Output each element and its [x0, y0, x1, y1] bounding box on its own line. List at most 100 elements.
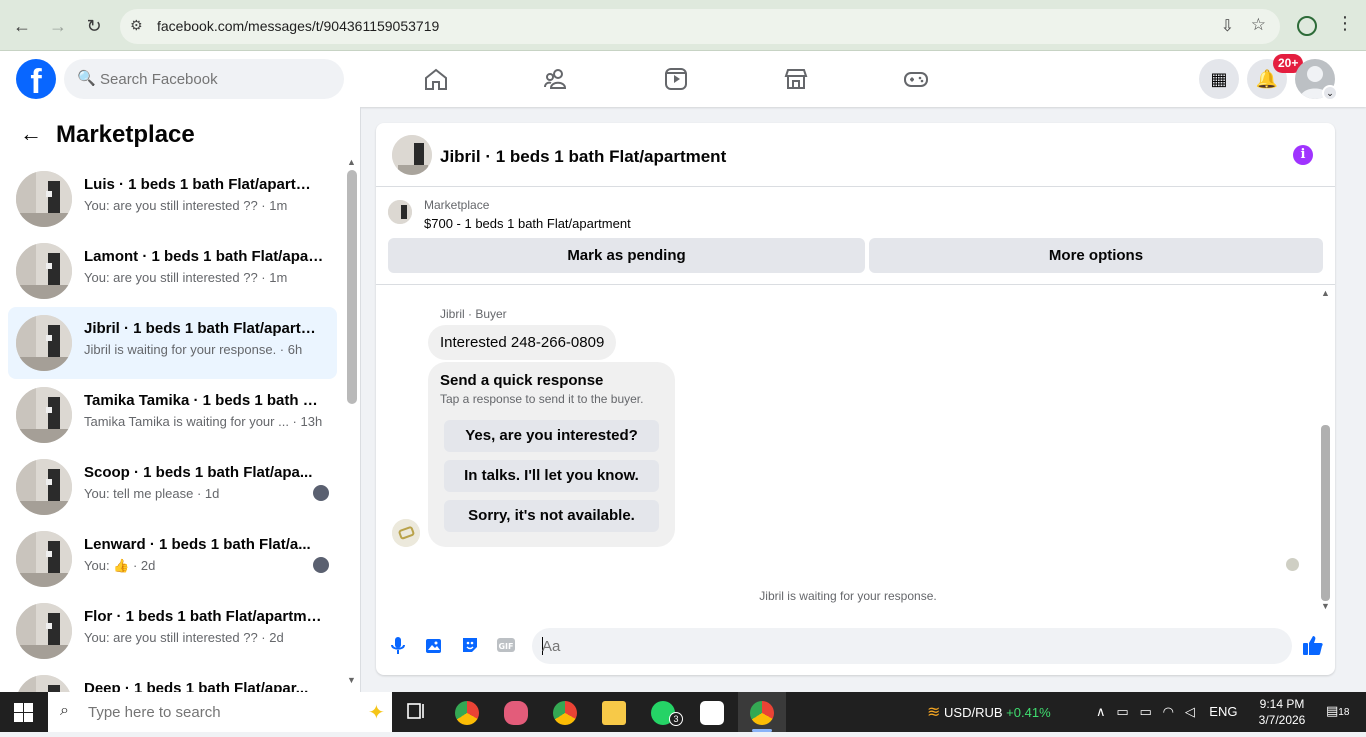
photo-icon[interactable] [424, 635, 444, 655]
chat-avatar[interactable] [392, 135, 432, 175]
conversation-avatar [16, 387, 72, 443]
conversation-item[interactable]: Flor · 1 beds 1 bath Flat/apartment You: … [8, 595, 337, 667]
thumbs-up-icon[interactable] [1302, 634, 1324, 656]
conversation-avatar [16, 171, 72, 227]
chat-scrollbar[interactable] [1321, 425, 1330, 601]
message-bubble[interactable]: Interested 248-266-0809 [428, 325, 617, 360]
task-view-icon[interactable] [392, 692, 440, 732]
listing-thumbnail[interactable] [388, 200, 412, 224]
back-arrow-icon[interactable]: ← [20, 121, 42, 147]
message-composer: GIF ☺ [376, 613, 1335, 675]
marketplace-icon[interactable] [783, 67, 809, 91]
bookmark-star-icon[interactable]: ☆ [1251, 15, 1266, 35]
conversation-item[interactable]: Lamont · 1 beds 1 bath Flat/apar... You: … [8, 235, 337, 307]
paint-app-icon[interactable] [492, 692, 540, 732]
message-input[interactable] [542, 628, 1242, 664]
taskbar-search-input[interactable] [88, 692, 308, 732]
waiting-status: Jibril is waiting for your response. [759, 589, 937, 603]
video-icon[interactable] [663, 67, 689, 91]
conversation-avatar [16, 531, 72, 587]
forward-arrow-icon[interactable]: → [46, 14, 70, 38]
volume-icon[interactable]: ◁ [1185, 704, 1195, 719]
listing-category: Marketplace [424, 198, 490, 212]
tray-chevron-up-icon[interactable]: ∧ [1096, 704, 1106, 719]
back-arrow-icon[interactable]: ← [10, 14, 34, 38]
chat-title[interactable]: Jibril · 1 beds 1 bath Flat/apartment [440, 147, 726, 167]
sidebar-scrollbar[interactable] [347, 170, 357, 404]
stock-ticker-widget[interactable]: ≋ USD/RUB +0.41% [927, 702, 1051, 722]
wifi-icon[interactable]: ◠ [1163, 704, 1174, 719]
conversation-snippet: Jibril is waiting for your response. · 6… [84, 342, 303, 357]
chrome-profile-h-icon[interactable] [541, 692, 589, 732]
taskbar-search[interactable]: ⌕ ✦ [48, 692, 392, 732]
seen-receipt-avatar [313, 485, 329, 501]
windows-start-icon[interactable] [14, 703, 33, 722]
account-chevron-down-icon[interactable]: ⌄ [1322, 85, 1338, 101]
seen-receipt-avatar [1286, 558, 1299, 571]
mark-as-pending-button[interactable]: Mark as pending [388, 238, 865, 273]
facebook-logo-icon[interactable]: f [16, 59, 56, 99]
conversation-name: Jibril · 1 beds 1 bath Flat/apartm... [84, 320, 324, 337]
conversation-snippet: You: are you still interested ?? · 1m [84, 270, 288, 285]
facebook-search[interactable]: 🔍 [64, 59, 344, 99]
message-thread: Jibril · Buyer Interested 248-266-0809 S… [376, 285, 1335, 613]
message-input-box[interactable]: ☺ [532, 628, 1292, 664]
notification-center-icon[interactable]: ▤18 [1326, 703, 1349, 719]
gaming-icon[interactable] [903, 67, 929, 91]
chrome-profile-a-icon[interactable] [443, 692, 491, 732]
microphone-icon[interactable] [388, 635, 408, 655]
marketplace-sidebar: ← Marketplace Luis · 1 beds 1 bath Flat/… [0, 107, 361, 692]
site-info-icon[interactable]: ⚙ [130, 17, 143, 34]
quick-reply-yes-button[interactable]: Yes, are you interested? [444, 420, 659, 452]
ticker-change: +0.41% [1006, 705, 1051, 720]
conversation-item[interactable]: Jibril · 1 beds 1 bath Flat/apartm... Jib… [8, 307, 337, 379]
conversation-item[interactable]: Scoop · 1 beds 1 bath Flat/apa... You: te… [8, 451, 337, 523]
conversation-item[interactable]: Luis · 1 beds 1 bath Flat/apartment You: … [8, 163, 337, 235]
file-explorer-icon[interactable] [590, 692, 638, 732]
conversation-name: Lamont · 1 beds 1 bath Flat/apar... [84, 248, 324, 265]
listing-banner: Marketplace $700 - 1 beds 1 bath Flat/ap… [376, 187, 1335, 285]
browser-menu-icon[interactable]: ⋮ [1336, 13, 1354, 34]
chrome-active-icon[interactable] [738, 692, 786, 732]
menu-grid-icon[interactable]: ▦ [1199, 59, 1239, 99]
gif-icon[interactable]: GIF [496, 635, 516, 655]
sticker-icon[interactable] [460, 635, 480, 655]
system-tray: ∧ ▭ ▭ ◠ ◁ ENG [1096, 704, 1237, 720]
conversation-item[interactable]: Lenward · 1 beds 1 bath Flat/a... You: 👍 … [8, 523, 337, 595]
sender-label: Jibril · Buyer [440, 307, 507, 321]
info-icon[interactable]: i [1293, 145, 1313, 165]
sidebar-title: Marketplace [56, 121, 195, 148]
quick-response-card: Send a quick response Tap a response to … [428, 362, 675, 547]
scroll-down-arrow[interactable]: ▼ [347, 675, 356, 685]
svg-text:GIF: GIF [498, 642, 513, 651]
friends-icon[interactable] [543, 67, 569, 91]
language-indicator[interactable]: ENG [1209, 704, 1237, 719]
conversation-name: Deep · 1 beds 1 bath Flat/apar... [84, 680, 309, 692]
sender-avatar[interactable] [392, 519, 420, 547]
reload-icon[interactable]: ↻ [82, 14, 106, 38]
browser-profile-icon[interactable] [1297, 16, 1317, 36]
scroll-up-arrow[interactable]: ▲ [347, 157, 356, 167]
quick-reply-in-talks-button[interactable]: In talks. I'll let you know. [444, 460, 659, 492]
conversation-name: Scoop · 1 beds 1 bath Flat/apa... [84, 464, 313, 481]
facebook-search-input[interactable] [100, 59, 330, 99]
taskbar-clock[interactable]: 9:14 PM 3/7/2026 [1256, 696, 1308, 728]
conversation-item[interactable]: Deep · 1 beds 1 bath Flat/apar... [8, 667, 337, 692]
meet-icon[interactable]: ▭ [1116, 704, 1128, 719]
scroll-up-arrow[interactable]: ▲ [1321, 288, 1330, 298]
conversation-item[interactable]: Tamika Tamika · 1 beds 1 bath Fl... Tamik… [8, 379, 337, 451]
ticker-label: USD/RUB [944, 705, 1003, 720]
more-options-button[interactable]: More options [869, 238, 1323, 273]
conversation-snippet: You: are you still interested ?? · 2d [84, 630, 284, 645]
address-bar[interactable]: ⚙ facebook.com/messages/t/90436115905371… [120, 9, 1280, 44]
sparkle-icon[interactable]: ✦ [368, 700, 385, 725]
listing-title[interactable]: $700 - 1 beds 1 bath Flat/apartment [424, 216, 631, 231]
install-app-icon[interactable]: ⇩ [1221, 16, 1234, 36]
home-icon[interactable] [423, 67, 449, 91]
whatsapp-icon[interactable]: 3 [639, 692, 687, 732]
scroll-down-arrow[interactable]: ▼ [1321, 601, 1330, 611]
capcut-icon[interactable] [688, 692, 736, 732]
battery-icon[interactable]: ▭ [1140, 704, 1152, 719]
chat-header: Jibril · 1 beds 1 bath Flat/apartment i [376, 123, 1335, 187]
quick-reply-not-available-button[interactable]: Sorry, it's not available. [444, 500, 659, 532]
